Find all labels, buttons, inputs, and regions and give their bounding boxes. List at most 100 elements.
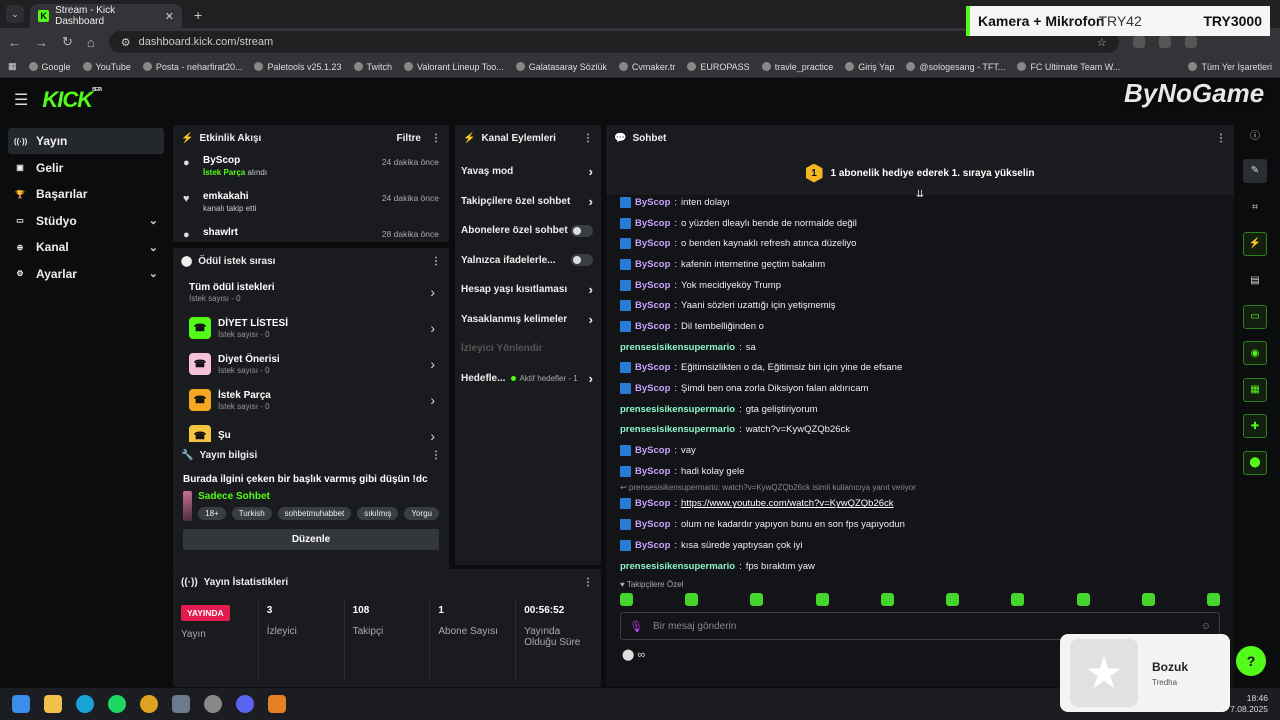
chat-username[interactable]: ByScop [635,445,670,456]
broadcast-icon[interactable]: ◉ [1243,341,1267,365]
reward-row[interactable]: ☎ İstek Parça İstek sayısı - 0 › [173,382,449,418]
chat-message[interactable]: ByScop: o yüzden dleaylı bende de normald… [620,213,1220,234]
tab-search-icon[interactable]: ⌄ [6,5,24,23]
menu-icon[interactable]: ☰ [14,90,28,110]
chat-link[interactable]: https://www.youtube.com/watch?v=KywQZQb2… [681,498,894,509]
more-options-icon[interactable]: ⋮ [583,577,593,588]
chat-message[interactable]: ByScop: Şimdi ben ona zorla Diksiyon fala… [620,378,1220,399]
activity-event[interactable]: ♥ emkakahi kanalı takip etti 24 dakika önce [173,187,449,223]
channel-action-2[interactable]: Abonelere özel sohbet [455,216,601,246]
chat-message[interactable]: prensesisikensupermario: sa [620,337,1220,358]
reward-row[interactable]: ☎ DİYET LİSTESİ İstek sayısı - 0 › [173,310,449,346]
chat-username[interactable]: ByScop [635,498,670,509]
chat-username[interactable]: ByScop [635,383,670,394]
more-options-icon[interactable]: ⋮ [431,133,441,144]
chat-message[interactable]: ByScop: olum ne kadardır yapıyon bunu en … [620,514,1220,535]
wrench-icon[interactable]: ✚ [1243,414,1267,438]
chat-username[interactable]: ByScop [635,218,670,229]
file-explorer-icon[interactable] [44,695,62,713]
crop-icon[interactable]: ⌗ [1243,195,1267,219]
notification-card[interactable]: ★ Bozuk Tredha [1060,634,1230,712]
rewards-icon[interactable]: ⬤ [1243,450,1267,475]
browser-tab[interactable]: K Stream - Kick Dashboard ✕ [30,4,182,28]
bookmark-link[interactable]: Google [28,62,71,72]
emote-icon[interactable] [685,593,699,607]
discord-icon[interactable] [236,695,254,713]
emote-icon[interactable] [1141,593,1155,607]
all-rewards-row[interactable]: Tüm ödül istekleri İstek sayısı - 0 › [173,274,449,310]
bookmark-link[interactable]: Cvmaker.tr [618,62,675,72]
app-icon[interactable] [204,695,222,713]
points-icon[interactable]: ⬤ [622,649,634,661]
chat-message[interactable]: prensesisikensupermario: fps bıraktım yaw [620,556,1220,577]
bookmark-link[interactable]: Paletools v25.1.23 [254,62,342,72]
chat-username[interactable]: ByScop [635,280,670,291]
stream-tag[interactable]: 18+ [198,507,226,520]
stream-tag[interactable]: Turkish [231,507,272,520]
chat-username[interactable]: prensesisikensupermario [620,561,735,572]
home-icon[interactable]: ⌂ [87,35,95,50]
channel-action-0[interactable]: Yavaş mod › [455,157,601,187]
toggle-switch[interactable] [571,254,593,267]
stream-tag[interactable]: sıkılmış [357,507,399,520]
steam-icon[interactable] [172,695,190,713]
emote-icon[interactable] [1011,593,1025,607]
chat-message[interactable]: prensesisikensupermario: watch?v=KywQZQb2… [620,420,1220,441]
chat-message[interactable]: ByScop: Yaani sözleri uzattığı için yetiş… [620,295,1220,316]
mic-icon[interactable]: 🎙 [629,620,643,633]
activity-event[interactable]: ● ByScop İstek Parça alındı 24 dakika önce [173,151,449,187]
sidebar-item-4[interactable]: ⊕ Kanal ⌄ [8,234,164,260]
chat-username[interactable]: prensesisikensupermario [620,404,735,415]
extension-icon[interactable] [1158,36,1171,48]
chat-username[interactable]: prensesisikensupermario [620,342,735,353]
new-tab-icon[interactable]: + [194,7,202,23]
sidebar-item-5[interactable]: ⚙ Ayarlar ⌄ [8,261,164,287]
chat-message[interactable]: ByScop: kafenin internetine geçtim bakalı… [620,254,1220,275]
channel-action-5[interactable]: Yasaklanmış kelimeler › [455,305,601,335]
help-icon[interactable]: ? [1236,646,1266,676]
bookmark-link[interactable]: Posta - neharfirat20... [142,62,242,72]
extension-icon[interactable] [1132,36,1145,48]
activity-event[interactable]: ● shawlrt 28 dakika önce [173,223,449,242]
bookmark-link[interactable]: EUROPASS [687,62,750,72]
chat-message[interactable]: ByScop: Yok mecidiyeköy Trump [620,275,1220,296]
category-link[interactable]: Sadece Sohbet [198,491,439,502]
chat-username[interactable]: ByScop [635,321,670,332]
edit-button[interactable]: Düzenle [183,529,439,550]
chat-message[interactable]: ByScop: kısa sürede yaptıysan çok iyi [620,535,1220,556]
sidebar-item-3[interactable]: ▭ Stüdyo ⌄ [8,208,164,234]
document-icon[interactable]: ▤ [1243,268,1267,292]
extension-icon[interactable] [1184,36,1197,48]
filter-button[interactable]: Filtre [397,133,421,144]
chat-icon[interactable]: ▭ [1243,304,1267,329]
back-icon[interactable]: ← [8,35,21,50]
emote-icon[interactable] [815,593,829,607]
channel-action-7[interactable]: Hedefle... Aktif hedefler - 1 › [455,364,601,394]
chat-username[interactable]: ByScop [635,519,670,530]
reward-row[interactable]: ☎ Diyet Önerisi İstek sayısı - 0 › [173,346,449,382]
spotify-icon[interactable] [108,695,126,713]
apps-icon[interactable]: ▦ [8,61,17,72]
chat-message[interactable]: ByScop: https://www.youtube.com/watch?v=K… [620,494,1220,515]
windows-start-icon[interactable] [12,695,30,713]
close-tab-icon[interactable]: ✕ [165,10,174,23]
channel-action-4[interactable]: Hesap yaşı kısıtlaması › [455,275,601,305]
chat-message[interactable]: ByScop: hadi kolay gele [620,461,1220,482]
bookmark-link[interactable]: @sologesang - TFT... [906,62,1005,72]
chat-username[interactable]: ByScop [635,238,670,249]
emote-icon[interactable] [880,593,894,607]
more-options-icon[interactable]: ⋮ [431,256,441,267]
chat-username[interactable]: ByScop [635,259,670,270]
chat-username[interactable]: ByScop [635,362,670,373]
reload-icon[interactable]: ↻ [62,34,73,50]
system-clock[interactable]: 18:46 7.08.2025 [1230,693,1268,715]
chat-username[interactable]: ByScop [635,197,670,208]
bookmark-link[interactable]: Tüm Yer İşaretleri [1188,62,1272,72]
emote-icon[interactable] [946,593,960,607]
channel-action-3[interactable]: Yalnızca ifadelerle... [455,246,601,276]
toggle-switch[interactable] [571,224,593,237]
bookmark-link[interactable]: YouTube [82,62,131,72]
sidebar-item-0[interactable]: ((·)) Yayın [8,128,164,154]
edge-icon[interactable] [76,695,94,713]
bookmark-link[interactable]: Valorant Lineup Too... [404,62,504,72]
